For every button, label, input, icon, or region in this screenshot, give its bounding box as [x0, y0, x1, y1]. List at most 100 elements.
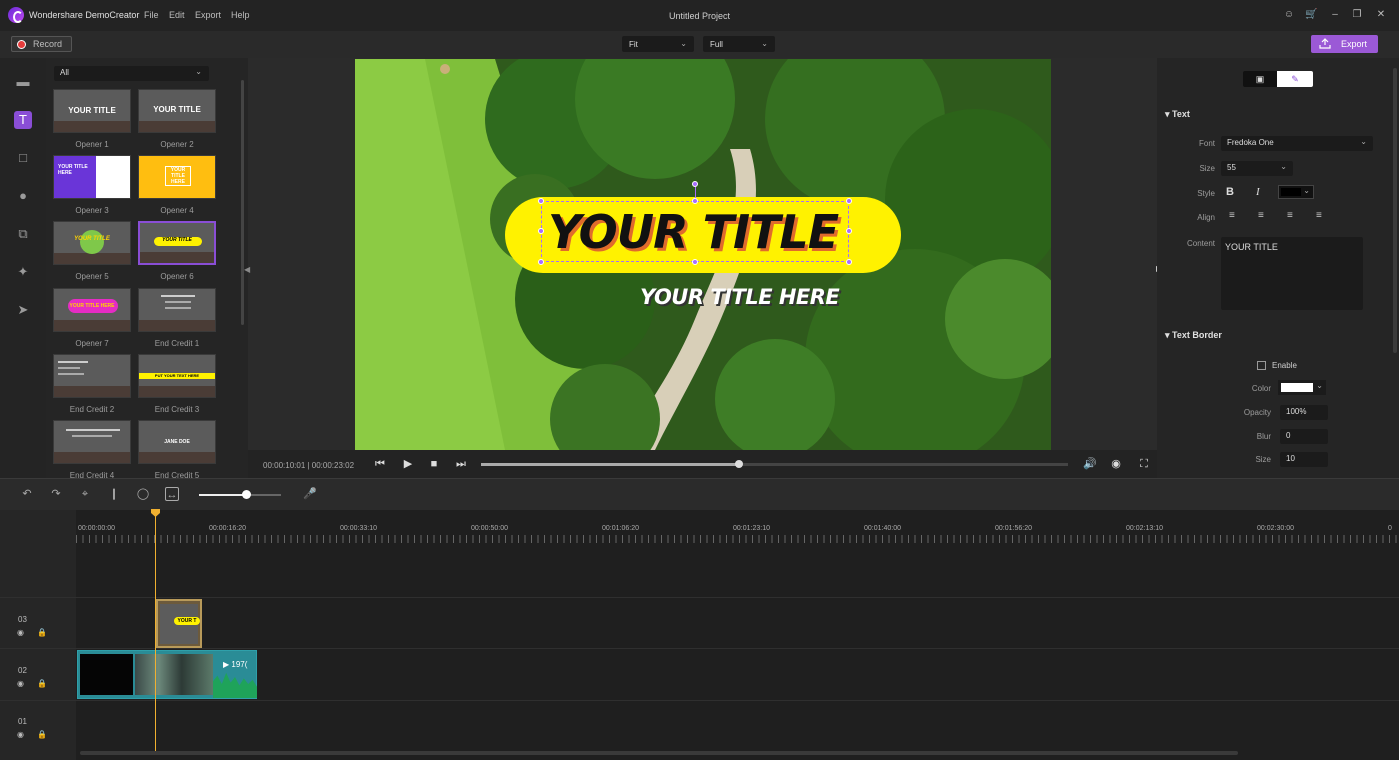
folder-icon[interactable]: ▬ — [14, 73, 32, 91]
effects-icon[interactable]: ✦ — [14, 263, 32, 281]
size-select[interactable]: 55 ⌄ — [1221, 161, 1293, 176]
marker-icon[interactable]: ◯ — [136, 487, 150, 501]
border-color-picker[interactable]: ⌄ — [1278, 380, 1326, 395]
resize-handle-bc[interactable] — [692, 259, 698, 265]
library-item-end-credit-4[interactable] — [53, 420, 131, 464]
text-section-header[interactable]: ▾ Text — [1165, 109, 1190, 120]
close-icon[interactable]: ✕ — [1375, 9, 1387, 21]
bold-icon[interactable]: B — [1226, 186, 1234, 198]
record-button[interactable]: Record — [11, 36, 72, 52]
video-icon: ▣ — [1255, 74, 1265, 84]
fit-select[interactable]: Fit ⌄ — [622, 36, 694, 52]
eye-icon[interactable]: ◉ — [17, 730, 24, 739]
align-left-icon[interactable]: ≡ — [1229, 210, 1235, 221]
transition-icon[interactable]: ⧉ — [14, 225, 32, 243]
menu-help[interactable]: Help — [231, 10, 250, 20]
menu-file[interactable]: File — [144, 10, 159, 20]
library-item-end-credit-1[interactable] — [138, 288, 216, 332]
fit-timeline-icon[interactable]: ↔ — [165, 487, 179, 501]
lock-icon[interactable]: 🔒 — [37, 679, 47, 688]
library-item-end-credit-5[interactable]: JANE DOE — [138, 420, 216, 464]
sticker-icon[interactable]: ● — [14, 187, 32, 205]
resize-handle-tl[interactable] — [538, 198, 544, 204]
cart-icon[interactable]: 🛒 — [1305, 9, 1317, 21]
resize-handle-ml[interactable] — [538, 228, 544, 234]
resize-handle-mr[interactable] — [846, 228, 852, 234]
text-color-picker[interactable]: ⌄ — [1278, 185, 1314, 199]
split-icon[interactable]: ❙ — [107, 487, 121, 501]
library-item-label: Opener 5 — [75, 272, 109, 281]
align-right-icon[interactable]: ≡ — [1287, 210, 1293, 221]
stop-icon[interactable]: ■ — [428, 458, 440, 470]
resize-handle-br[interactable] — [846, 259, 852, 265]
collapse-left-icon[interactable]: ◀ — [244, 265, 250, 274]
account-icon[interactable]: ☺ — [1283, 9, 1295, 21]
lock-icon[interactable]: 🔒 — [37, 628, 47, 637]
tab-text-properties[interactable]: ✎ — [1277, 71, 1313, 87]
resize-handle-tc[interactable] — [692, 198, 698, 204]
preview-subtitle-text[interactable]: YOUR TITLE HERE — [640, 285, 840, 309]
titles-icon[interactable]: T — [14, 111, 32, 129]
library-item-opener-4[interactable]: YOUR TITLE HERE — [138, 155, 216, 199]
eye-icon[interactable]: ◉ — [17, 628, 24, 637]
library-item-label: Opener 4 — [160, 206, 194, 215]
quality-select[interactable]: Full ⌄ — [703, 36, 775, 52]
library-item-opener-3[interactable]: YOUR TITLE HERE — [53, 155, 131, 199]
timeline-zoom-knob[interactable] — [242, 490, 251, 499]
library-item-opener-6[interactable]: YOUR TITLE — [138, 221, 216, 265]
ruler-label: 00:00:00:00 — [78, 525, 115, 532]
properties-scrollbar[interactable] — [1393, 68, 1397, 353]
border-size-input[interactable]: 10 — [1280, 452, 1328, 467]
text-section-title: Text — [1172, 109, 1190, 119]
content-textarea[interactable]: YOUR TITLE — [1221, 237, 1363, 310]
crop-icon[interactable]: ⌖ — [78, 487, 92, 501]
previous-frame-icon[interactable]: ⏮ — [374, 458, 386, 470]
library-item-opener-5[interactable]: YOUR TITLE — [53, 221, 131, 265]
text-border-section-header[interactable]: ▾ Text Border — [1165, 330, 1222, 341]
fullscreen-icon[interactable]: ⛶ — [1138, 458, 1150, 470]
annotation-icon[interactable]: □ — [14, 149, 32, 167]
library-item-opener-7[interactable]: YOUR TITLE HERE — [53, 288, 131, 332]
library-item-end-credit-2[interactable] — [53, 354, 131, 398]
title-clip[interactable]: YOUR T — [156, 599, 202, 648]
align-center-icon[interactable]: ≡ — [1258, 210, 1264, 221]
tab-video-properties[interactable]: ▣ — [1243, 71, 1277, 87]
maximize-icon[interactable]: ❐ — [1351, 9, 1363, 21]
minimize-icon[interactable]: – — [1329, 9, 1341, 21]
blur-input[interactable]: 0 — [1280, 429, 1328, 444]
resize-handle-tr[interactable] — [846, 198, 852, 204]
undo-icon[interactable]: ↶ — [20, 487, 34, 501]
export-button[interactable]: Export — [1311, 35, 1378, 53]
resize-handle-bl[interactable] — [538, 259, 544, 265]
menu-export[interactable]: Export — [195, 10, 221, 20]
volume-icon[interactable]: 🔊 — [1083, 458, 1097, 470]
library-item-end-credit-3[interactable]: PUT YOUR TEXT HERE — [138, 354, 216, 398]
timeline-scrollbar[interactable] — [80, 751, 1238, 755]
next-frame-icon[interactable]: ⏭ — [455, 458, 467, 470]
eye-icon[interactable]: ◉ — [17, 679, 24, 688]
font-select[interactable]: Fredoka One ⌄ — [1221, 136, 1373, 151]
play-icon[interactable]: ▶ — [402, 458, 414, 470]
ruler-label: 00:01:23:10 — [733, 525, 770, 532]
library-item-label: End Credit 1 — [154, 339, 200, 348]
library-item-opener-1[interactable]: YOUR TITLE — [53, 89, 131, 133]
lock-icon[interactable]: 🔒 — [37, 730, 47, 739]
timeline-ruler[interactable] — [76, 535, 1399, 543]
style-label: Style — [1197, 189, 1215, 198]
enable-checkbox[interactable] — [1257, 361, 1266, 370]
chevron-down-icon: ⌄ — [761, 39, 768, 48]
ruler-label: 00:01:40:00 — [864, 525, 901, 532]
snapshot-icon[interactable]: ◉ — [1110, 458, 1122, 470]
redo-icon[interactable]: ↷ — [49, 487, 63, 501]
italic-icon[interactable]: I — [1256, 186, 1260, 198]
playhead[interactable] — [155, 515, 156, 752]
microphone-icon[interactable]: 🎤 — [303, 487, 317, 501]
opacity-input[interactable]: 100% — [1280, 405, 1328, 420]
menu-edit[interactable]: Edit — [169, 10, 185, 20]
text-selection-box[interactable] — [541, 201, 849, 262]
align-justify-icon[interactable]: ≡ — [1316, 210, 1322, 221]
library-item-opener-2[interactable]: YOUR TITLE — [138, 89, 216, 133]
pin-icon[interactable]: ➤ — [14, 301, 32, 319]
library-scrollbar[interactable] — [241, 80, 244, 325]
category-filter[interactable]: All ⌄ — [54, 66, 209, 81]
